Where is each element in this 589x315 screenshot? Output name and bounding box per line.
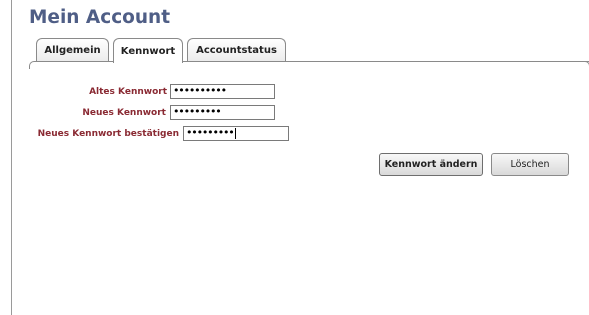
account-page: Mein Account Allgemein Kennwort Accounts… [0, 0, 589, 315]
old-password-field[interactable]: •••••••••• [170, 84, 275, 99]
tab-kennwort[interactable]: Kennwort [113, 38, 183, 63]
text-caret [234, 127, 236, 139]
confirm-password-label: Neues Kennwort bestätigen [37, 129, 179, 139]
page-title: Mein Account [29, 7, 171, 28]
change-password-button[interactable]: Kennwort ändern [379, 153, 483, 176]
old-password-value: •••••••••• [173, 84, 227, 97]
confirm-password-field[interactable]: ••••••••• [183, 126, 289, 141]
delete-button[interactable]: Löschen [491, 153, 569, 176]
old-password-label: Altes Kennwort [89, 87, 167, 97]
new-password-field[interactable]: ••••••••• [170, 105, 275, 120]
confirm-password-value: ••••••••• [186, 126, 235, 139]
tab-allgemein[interactable]: Allgemein [36, 38, 109, 61]
left-divider [11, 0, 12, 315]
tab-accountstatus[interactable]: Accountstatus [187, 38, 286, 61]
new-password-value: ••••••••• [173, 105, 222, 118]
new-password-label: Neues Kennwort [82, 108, 166, 118]
